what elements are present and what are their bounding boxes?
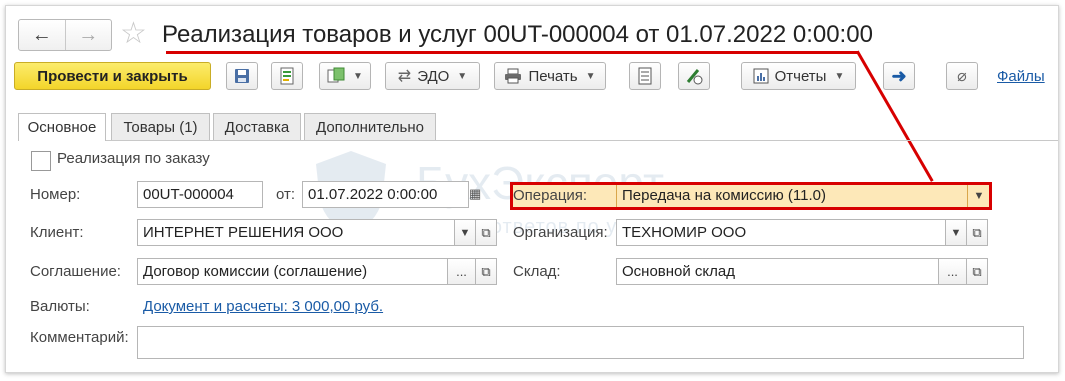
edo-label: ЭДО bbox=[417, 67, 450, 85]
tab-additional[interactable]: Дополнительно bbox=[304, 113, 436, 140]
page-title: Реализация товаров и услуг 00UT-000004 о… bbox=[162, 21, 873, 48]
number-field[interactable]: 00UT-000004 bbox=[137, 181, 263, 208]
tab-goods[interactable]: Товары (1) bbox=[111, 113, 210, 140]
pencil-clock-icon bbox=[686, 69, 703, 85]
go-forward-button[interactable]: ➜ bbox=[883, 62, 915, 90]
curved-arrow-icon: ➜ bbox=[891, 65, 907, 86]
print-label: Печать bbox=[528, 67, 578, 85]
edo-menu-button[interactable]: ⇄ ЭДО ▼ bbox=[385, 62, 480, 90]
agreement-label: Соглашение: bbox=[30, 263, 121, 280]
tab-delivery[interactable]: Доставка bbox=[213, 113, 301, 140]
attach-button[interactable]: ⌀ bbox=[946, 62, 978, 90]
calendar-icon[interactable]: ▦ bbox=[469, 186, 481, 202]
comment-field[interactable] bbox=[137, 326, 1024, 359]
create-based-on-icon bbox=[327, 67, 345, 83]
by-order-label: Реализация по заказу bbox=[57, 150, 210, 167]
by-order-checkbox[interactable] bbox=[31, 151, 51, 171]
files-link[interactable]: Файлы bbox=[997, 68, 1045, 85]
dropdown-arrow-icon: ▼ bbox=[457, 70, 468, 82]
warehouse-open-icon[interactable]: ⧉ bbox=[966, 258, 988, 285]
tabs-baseline bbox=[18, 140, 1058, 141]
back-button[interactable]: ← bbox=[19, 20, 65, 50]
reports-icon bbox=[753, 68, 769, 84]
annotation-underline bbox=[166, 51, 858, 54]
save-button[interactable] bbox=[226, 62, 258, 90]
annotation-box bbox=[510, 182, 992, 210]
post-document-icon bbox=[280, 67, 294, 85]
journal-button[interactable] bbox=[629, 62, 661, 90]
client-open-icon[interactable]: ⧉ bbox=[475, 219, 497, 246]
date-field[interactable]: 01.07.2022 0:00:00 bbox=[302, 181, 469, 208]
save-icon bbox=[235, 69, 249, 83]
organization-field[interactable]: ТЕХНОМИР ООО bbox=[616, 219, 946, 246]
warehouse-label: Склад: bbox=[513, 263, 561, 280]
create-based-on-button[interactable]: ▼ bbox=[319, 62, 371, 90]
favorite-star-icon[interactable]: ☆ bbox=[120, 19, 147, 49]
agreement-select-button[interactable]: ... bbox=[447, 258, 476, 285]
warehouse-select-button[interactable]: ... bbox=[938, 258, 967, 285]
organization-label: Организация: bbox=[513, 224, 608, 241]
post-button[interactable] bbox=[271, 62, 303, 90]
journal-icon bbox=[638, 67, 652, 85]
client-label: Клиент: bbox=[30, 224, 84, 241]
document-window: ← → ☆ Реализация товаров и услуг 00UT-00… bbox=[5, 5, 1059, 373]
client-dropdown-icon[interactable]: ▼ bbox=[454, 219, 476, 246]
post-and-close-button[interactable]: Провести и закрыть bbox=[14, 62, 211, 90]
client-field[interactable]: ИНТЕРНЕТ РЕШЕНИЯ ООО bbox=[137, 219, 455, 246]
warehouse-field[interactable]: Основной склад bbox=[616, 258, 939, 285]
currency-link[interactable]: Документ и расчеты: 3 000,00 руб. bbox=[143, 298, 383, 315]
organization-open-icon[interactable]: ⧉ bbox=[966, 219, 988, 246]
tab-main[interactable]: Основное bbox=[18, 113, 106, 141]
agreement-field[interactable]: Договор комиссии (соглашение) bbox=[137, 258, 448, 285]
currency-label: Валюты: bbox=[30, 298, 90, 315]
printer-icon bbox=[505, 68, 522, 84]
reports-label: Отчеты bbox=[774, 67, 827, 85]
forward-button[interactable]: → bbox=[64, 20, 112, 50]
date-label: от: bbox=[276, 186, 296, 203]
nav-group: ← → bbox=[18, 19, 112, 51]
paperclip-icon: ⌀ bbox=[957, 68, 967, 85]
dropdown-arrow-icon: ▼ bbox=[834, 70, 845, 82]
dropdown-arrow-icon: ▼ bbox=[353, 70, 363, 82]
edit-history-button[interactable] bbox=[678, 62, 710, 90]
number-label: Номер: bbox=[30, 186, 81, 203]
agreement-open-icon[interactable]: ⧉ bbox=[475, 258, 497, 285]
reports-menu-button[interactable]: Отчеты ▼ bbox=[741, 62, 856, 90]
print-menu-button[interactable]: Печать ▼ bbox=[494, 62, 606, 90]
dropdown-arrow-icon: ▼ bbox=[585, 70, 596, 82]
comment-label: Комментарий: bbox=[30, 329, 129, 346]
edo-icon: ⇄ bbox=[397, 68, 412, 85]
organization-dropdown-icon[interactable]: ▼ bbox=[945, 219, 967, 246]
